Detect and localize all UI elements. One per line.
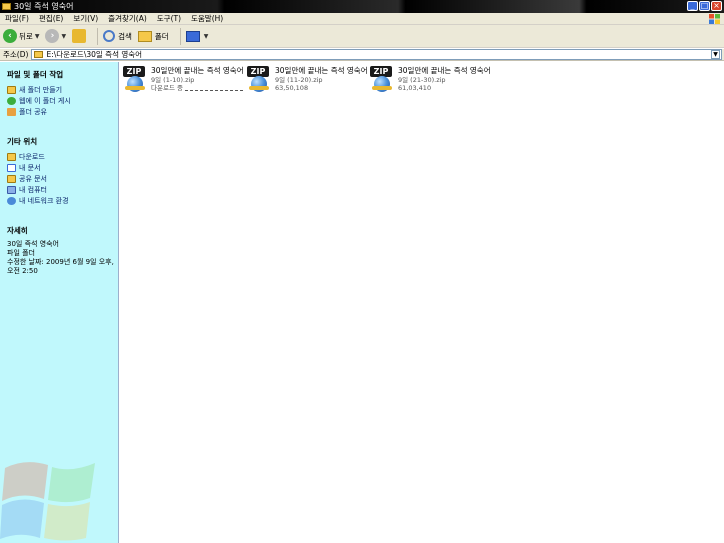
windows-flag-watermark-icon bbox=[0, 462, 95, 541]
new-folder-icon bbox=[7, 85, 16, 94]
task-label: 웹에 이 폴더 게시 bbox=[19, 96, 71, 105]
folders-label: 폴더 bbox=[154, 31, 169, 41]
folder-icon bbox=[2, 3, 11, 10]
file-size: 63,50,108 bbox=[275, 84, 309, 92]
search-button[interactable]: 검색 bbox=[103, 30, 132, 42]
file-progress: 다운로드 중 bbox=[151, 84, 244, 92]
zip-file-icon: ZIP bbox=[122, 65, 148, 92]
views-icon bbox=[185, 30, 200, 42]
up-folder-button[interactable] bbox=[72, 29, 87, 43]
window-title: 30일 즉석 영숙어 bbox=[14, 2, 74, 11]
place-shared-documents[interactable]: 공유 문서 bbox=[7, 173, 118, 184]
place-network[interactable]: 내 네트워크 환경 bbox=[7, 195, 118, 206]
menu-tools[interactable]: 도구(T) bbox=[152, 13, 186, 24]
up-folder-icon bbox=[72, 29, 87, 43]
chevron-down-icon: ▼ bbox=[34, 32, 40, 40]
places-section-title[interactable]: 기타 위치 bbox=[7, 136, 118, 147]
forward-arrow-icon: › bbox=[45, 29, 60, 43]
title-bar: 30일 즉석 영숙어 _ □ × bbox=[0, 0, 724, 13]
task-pane: 파일 및 폴더 작업 새 폴더 만들기 웹에 이 폴더 게시 폴더 공유 기타 … bbox=[0, 62, 118, 543]
task-label: 새 폴더 만들기 bbox=[19, 85, 63, 94]
publish-web-icon bbox=[7, 96, 16, 105]
place-label: 내 문서 bbox=[19, 163, 41, 172]
minimize-button[interactable]: _ bbox=[687, 1, 698, 11]
task-share-folder[interactable]: 폴더 공유 bbox=[7, 106, 118, 117]
task-publish-web[interactable]: 웹에 이 폴더 게시 bbox=[7, 95, 118, 106]
views-button[interactable]: ▼ bbox=[185, 30, 209, 42]
menu-bar: 파일(F) 편집(E) 보기(V) 즐겨찾기(A) 도구(T) 도움말(H) bbox=[0, 13, 724, 25]
place-label: 공유 문서 bbox=[19, 174, 47, 183]
search-label: 검색 bbox=[118, 31, 132, 41]
menu-edit[interactable]: 편집(E) bbox=[34, 13, 68, 24]
maximize-button[interactable]: □ bbox=[699, 1, 710, 11]
place-label: 내 네트워크 환경 bbox=[19, 196, 69, 205]
file-type: 9일 (21-30).zip bbox=[398, 76, 446, 84]
place-label: 다운로드 bbox=[19, 152, 45, 161]
folders-button[interactable]: 폴더 bbox=[137, 30, 169, 42]
network-icon bbox=[7, 196, 16, 205]
place-downloads[interactable]: 다운로드 bbox=[7, 151, 118, 162]
file-type: 9일 (1-10).zip bbox=[151, 76, 195, 84]
tasks-section-title[interactable]: 파일 및 폴더 작업 bbox=[7, 69, 118, 80]
place-label: 내 컴퓨터 bbox=[19, 185, 47, 194]
zip-file-icon: ZIP bbox=[246, 65, 272, 92]
task-label: 폴더 공유 bbox=[19, 107, 47, 116]
chevron-down-icon: ▼ bbox=[61, 32, 67, 40]
menu-help[interactable]: 도움말(H) bbox=[186, 13, 228, 24]
folders-icon bbox=[137, 30, 152, 42]
file-item[interactable]: ZIP 30일만에 끝내는 즉석 영숙어 9일 (21-30).zip 61,0… bbox=[369, 65, 491, 92]
file-name: 30일만에 끝내는 즉석 영숙어 bbox=[275, 66, 368, 75]
close-button[interactable]: × bbox=[711, 1, 722, 11]
file-item[interactable]: ZIP 30일만에 끝내는 즉석 영숙어 9일 (1-10).zip 다운로드 … bbox=[122, 65, 244, 92]
toolbar: ‹ 뒤로 ▼ › ▼ 검색 폴더 ▼ bbox=[0, 25, 724, 48]
folder-icon bbox=[7, 152, 16, 161]
details-section-title[interactable]: 자세히 bbox=[7, 225, 118, 236]
search-icon bbox=[103, 30, 116, 42]
file-name: 30일만에 끝내는 즉석 영숙어 bbox=[398, 66, 491, 75]
details-modified: 수정한 날짜: 2009년 6월 9일 오후, 오전 2:50 bbox=[7, 258, 114, 275]
menu-file[interactable]: 파일(F) bbox=[0, 13, 34, 24]
back-button[interactable]: ‹ 뒤로 ▼ bbox=[3, 29, 39, 43]
address-input[interactable]: E:\다운로드\30일 즉석 영숙어 ▼ bbox=[31, 49, 722, 60]
forward-button[interactable]: › ▼ bbox=[45, 29, 66, 43]
details-type: 파일 폴더 bbox=[7, 249, 35, 257]
address-label: 주소(D) bbox=[3, 50, 29, 59]
zip-file-icon: ZIP bbox=[369, 65, 395, 92]
file-item[interactable]: ZIP 30일만에 끝내는 즉석 영숙어 9일 (11-20).zip 63,5… bbox=[246, 65, 368, 92]
details-name: 30일 즉석 영숙어 bbox=[7, 240, 59, 248]
windows-logo-icon bbox=[709, 14, 720, 24]
file-size: 61,03,410 bbox=[398, 84, 432, 92]
menu-view[interactable]: 보기(V) bbox=[68, 13, 103, 24]
chevron-down-icon: ▼ bbox=[203, 32, 209, 40]
address-bar: 주소(D) E:\다운로드\30일 즉석 영숙어 ▼ bbox=[0, 49, 724, 61]
address-path: E:\다운로드\30일 즉석 영숙어 bbox=[46, 50, 143, 59]
address-dropdown-button[interactable]: ▼ bbox=[711, 50, 720, 59]
toolbar-divider bbox=[97, 27, 99, 45]
file-list-area[interactable]: ZIP 30일만에 끝내는 즉석 영숙어 9일 (1-10).zip 다운로드 … bbox=[118, 62, 724, 543]
place-my-documents[interactable]: 내 문서 bbox=[7, 162, 118, 173]
file-name: 30일만에 끝내는 즉석 영숙어 bbox=[151, 66, 244, 75]
my-computer-icon bbox=[7, 185, 16, 194]
task-new-folder[interactable]: 새 폴더 만들기 bbox=[7, 84, 118, 95]
place-my-computer[interactable]: 내 컴퓨터 bbox=[7, 184, 118, 195]
toolbar-divider bbox=[179, 27, 181, 45]
share-folder-icon bbox=[7, 107, 16, 116]
documents-icon bbox=[7, 163, 16, 172]
menu-favorites[interactable]: 즐겨찾기(A) bbox=[103, 13, 152, 24]
back-arrow-icon: ‹ bbox=[3, 29, 17, 43]
folder-icon bbox=[34, 51, 44, 58]
back-label: 뒤로 bbox=[19, 31, 33, 41]
shared-documents-icon bbox=[7, 174, 16, 183]
file-type: 9일 (11-20).zip bbox=[275, 76, 323, 84]
